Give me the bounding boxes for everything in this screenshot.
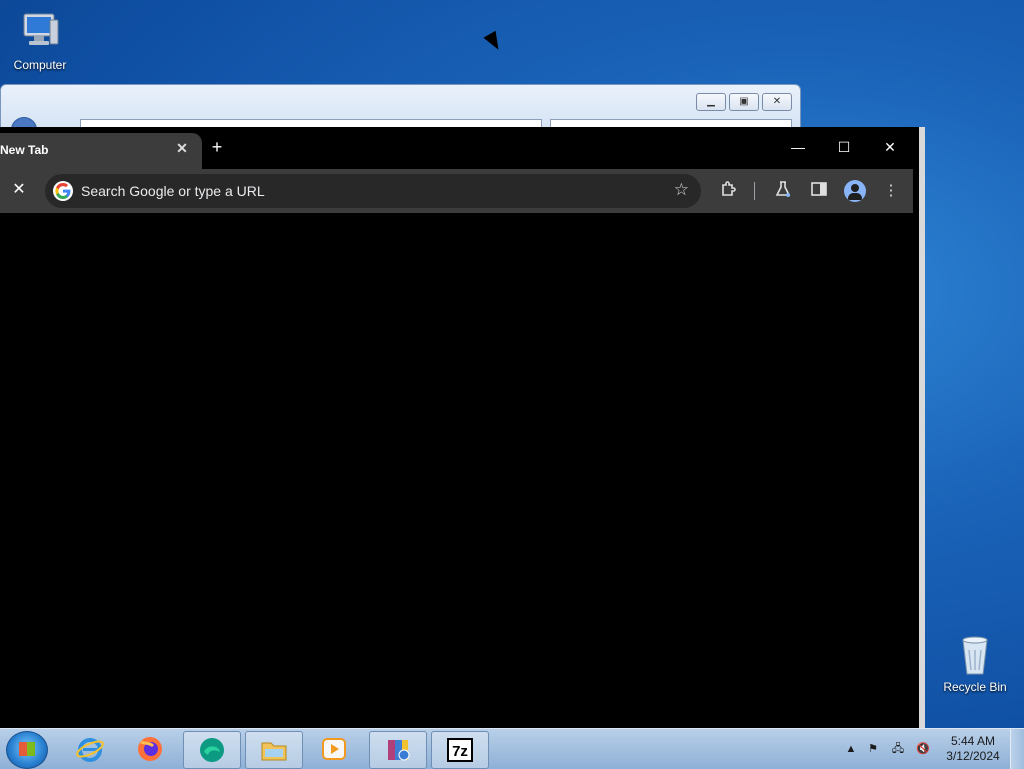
bookmark-star-icon[interactable]: ☆	[674, 180, 689, 200]
desktop-icon-computer[interactable]: Computer	[0, 8, 80, 72]
more-menu-icon[interactable]: ⋮	[880, 180, 902, 202]
network-icon[interactable]: 🖧	[891, 743, 905, 755]
explorer-window-controls: ▁ ▣ ✕	[696, 93, 792, 111]
page-content	[0, 213, 913, 730]
media-player-icon	[320, 736, 348, 762]
taskbar-clock[interactable]: 5:44 AM 3/12/2024	[938, 734, 1008, 764]
extensions-puzzle-icon[interactable]	[718, 180, 740, 202]
maximize-button[interactable]: ☐	[832, 135, 856, 159]
winrar-icon	[384, 737, 412, 763]
action-center-flag-icon[interactable]: ⚑	[866, 743, 880, 755]
chrome-window: New Tab ✕ + — ☐ ✕ ✕ Search Google or typ…	[0, 127, 925, 730]
desktop-icon-label: Recycle Bin	[943, 680, 1007, 694]
computer-icon	[16, 8, 64, 56]
7zip-icon: 7z	[446, 737, 474, 763]
internet-explorer-icon	[76, 736, 104, 762]
desktop-icon-recycle-bin[interactable]: Recycle Bin	[935, 630, 1015, 694]
taskbar-file-explorer[interactable]	[245, 731, 303, 769]
show-desktop-button[interactable]	[1010, 729, 1024, 769]
taskbar-internet-explorer[interactable]	[62, 731, 118, 767]
explorer-minimize-button[interactable]: ▁	[696, 93, 726, 111]
toolbar-divider	[754, 182, 755, 200]
show-hidden-icons-icon[interactable]: ▲	[844, 743, 858, 755]
tab-close-icon[interactable]: ✕	[175, 141, 189, 155]
tab-title: New Tab	[0, 143, 49, 157]
firefox-icon	[136, 736, 164, 762]
google-logo-icon	[53, 181, 73, 201]
recycle-bin-icon	[951, 630, 999, 678]
tab-new-tab[interactable]: New Tab ✕	[0, 133, 202, 169]
minimize-button[interactable]: —	[786, 135, 810, 159]
omnibox[interactable]: Search Google or type a URL ☆	[45, 174, 701, 208]
stop-loading-icon[interactable]: ✕	[8, 179, 30, 201]
explorer-maximize-button[interactable]: ▣	[729, 93, 759, 111]
desktop-icon-label: Computer	[13, 58, 67, 72]
clock-date: 3/12/2024	[946, 749, 1000, 763]
taskbar-edge[interactable]	[183, 731, 241, 769]
taskbar-firefox[interactable]	[122, 731, 178, 767]
new-tab-button[interactable]: +	[208, 137, 226, 157]
close-button[interactable]: ✕	[878, 135, 902, 159]
clock-time: 5:44 AM	[950, 734, 996, 748]
taskbar-winrar[interactable]	[369, 731, 427, 769]
taskbar: 7z ▲ ⚑ 🖧 🔇 5:44 AM 3/12/2024	[0, 728, 1024, 769]
side-panel-icon[interactable]	[808, 180, 830, 202]
omnibox-placeholder: Search Google or type a URL	[81, 183, 265, 199]
explorer-close-button[interactable]: ✕	[762, 93, 792, 111]
browser-toolbar: ✕ Search Google or type a URL ☆ ⋮	[0, 169, 913, 213]
svg-text:7z: 7z	[452, 743, 468, 760]
taskbar-7zip[interactable]: 7z	[431, 731, 489, 769]
volume-muted-icon[interactable]: 🔇	[916, 743, 930, 755]
mouse-cursor-icon	[483, 30, 505, 54]
folder-icon	[260, 737, 288, 763]
tab-strip: New Tab ✕ + — ☐ ✕	[0, 127, 913, 169]
taskbar-media-player[interactable]	[306, 731, 362, 767]
start-button[interactable]	[6, 731, 48, 769]
profile-avatar-icon[interactable]	[844, 180, 866, 202]
edge-icon	[198, 737, 226, 763]
labs-flask-icon[interactable]	[772, 180, 794, 202]
